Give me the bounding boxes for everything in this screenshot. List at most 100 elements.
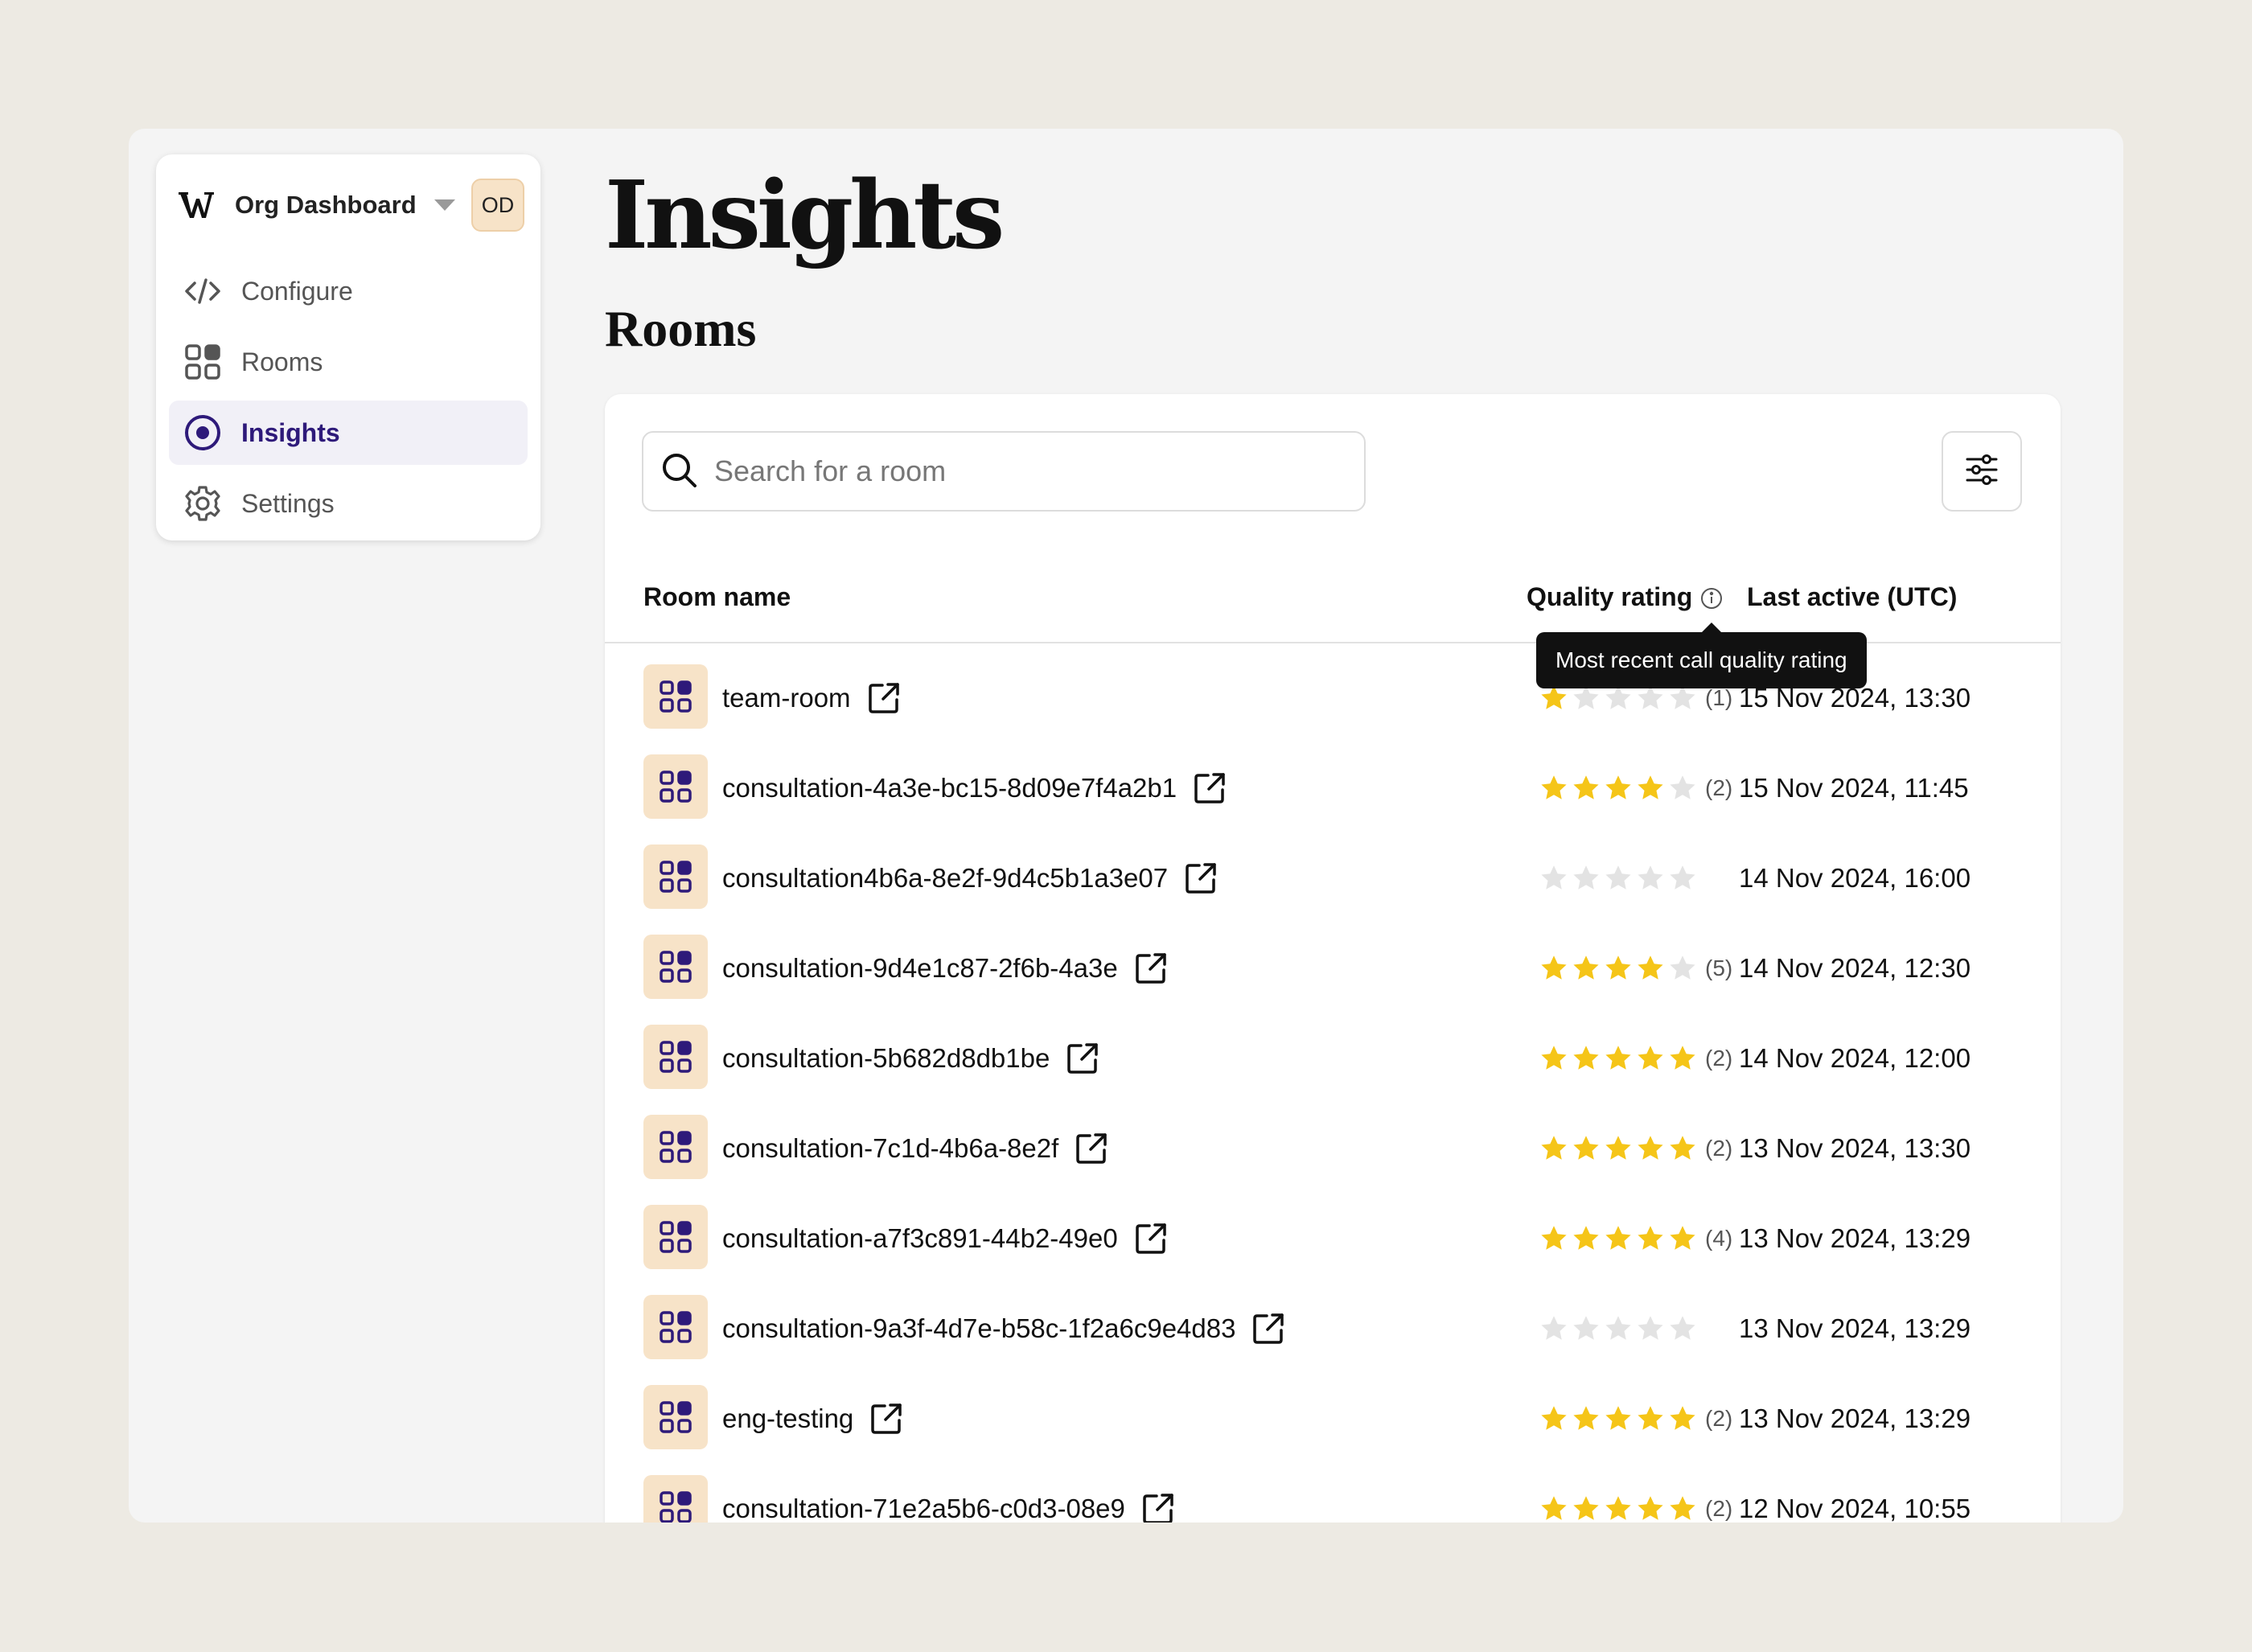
star-icon (1638, 1046, 1663, 1070)
page-title: Insights (605, 161, 1005, 270)
app-window: Org Dashboard OD Configure Rooms Insight… (129, 129, 2123, 1523)
external-link-icon[interactable] (1132, 950, 1169, 987)
target-icon (183, 413, 222, 452)
star-icon (1541, 1046, 1567, 1070)
star-icon (1605, 1136, 1631, 1160)
room-icon (643, 1025, 708, 1089)
star-icon (1670, 1496, 1695, 1520)
rooms-card: Room name Quality rating Last active (UT… (605, 394, 2061, 1523)
external-link-icon[interactable] (1064, 1040, 1101, 1077)
rating-count: (2) (1705, 775, 1733, 800)
rating-count: (2) (1705, 1046, 1733, 1071)
external-link-icon[interactable] (1132, 1220, 1169, 1257)
sidebar-item-label: Insights (241, 417, 340, 447)
last-active: 13 Nov 2024, 13:29 (1739, 1223, 1971, 1253)
info-icon[interactable] (1700, 586, 1723, 609)
quality-rating: (2) (1539, 1013, 1732, 1103)
avatar[interactable]: OD (471, 179, 524, 232)
table-row[interactable]: consultation-9d4e1c87-2f6b-4a3e (5) 14 N… (605, 923, 2061, 1013)
room-name[interactable]: consultation-9a3f-4d7e-b58c-1f2a6c9e4d83 (722, 1313, 1235, 1344)
rating-count: (2) (1705, 1496, 1733, 1521)
sidebar-item-insights[interactable]: Insights (169, 401, 528, 465)
star-icon (1605, 1316, 1631, 1340)
last-active: 14 Nov 2024, 12:30 (1739, 953, 1971, 983)
column-label: Room name (643, 582, 791, 611)
column-header-room-name[interactable]: Room name (643, 582, 791, 612)
last-active: 14 Nov 2024, 12:00 (1739, 1043, 1971, 1073)
star-icon (1573, 1046, 1599, 1070)
rating-count: (4) (1705, 1226, 1733, 1251)
external-link-icon[interactable] (1140, 1490, 1177, 1523)
table-row[interactable]: consultation-71e2a5b6-c0d3-08e9 (2) 12 N… (605, 1464, 2061, 1523)
table-row[interactable]: eng-testing (2) 13 Nov 2024, 13:29 (605, 1374, 2061, 1464)
star-icon (1605, 1496, 1631, 1520)
room-name-cell: consultation4b6a-8e2f-9d4c5b1a3e07 (722, 833, 1219, 923)
room-name[interactable]: team-room (722, 683, 851, 713)
sidebar-item-configure[interactable]: Configure (169, 259, 528, 323)
room-icon (643, 1205, 708, 1269)
room-name-cell: consultation-9d4e1c87-2f6b-4a3e (722, 923, 1169, 1013)
table-row[interactable]: consultation-a7f3c891-44b2-49e0 (4) 13 N… (605, 1194, 2061, 1284)
room-name[interactable]: consultation-5b682d8db1be (722, 1043, 1050, 1074)
star-icon (1541, 1226, 1567, 1250)
quality-rating: (2) (1539, 1464, 1732, 1523)
star-icon (1573, 1226, 1599, 1250)
star-icon (1573, 1406, 1599, 1430)
gear-icon (183, 484, 222, 523)
sidebar-item-label: Rooms (241, 347, 323, 376)
external-link-icon[interactable] (1250, 1310, 1287, 1347)
sliders-icon (1964, 452, 1999, 491)
room-name[interactable]: consultation-9d4e1c87-2f6b-4a3e (722, 953, 1118, 984)
room-name[interactable]: consultation-7c1d-4b6a-8e2f (722, 1133, 1058, 1164)
external-link-icon[interactable] (1191, 770, 1228, 807)
sidebar-item-settings[interactable]: Settings (169, 471, 528, 536)
room-name[interactable]: consultation-71e2a5b6-c0d3-08e9 (722, 1494, 1125, 1523)
sidebar: Org Dashboard OD Configure Rooms Insight… (156, 154, 540, 540)
quality-rating (1539, 1284, 1705, 1374)
column-header-quality[interactable]: Quality rating (1527, 582, 1723, 612)
column-header-last-active[interactable]: Last active (UTC) (1747, 582, 1957, 612)
star-icon (1573, 955, 1599, 980)
search-input[interactable] (714, 454, 1342, 488)
room-icon (643, 1115, 708, 1179)
room-name[interactable]: consultation4b6a-8e2f-9d4c5b1a3e07 (722, 863, 1168, 894)
room-name-cell: consultation-7c1d-4b6a-8e2f (722, 1103, 1110, 1194)
star-icon (1605, 1406, 1631, 1430)
room-icon (643, 664, 708, 729)
room-icon (643, 1385, 708, 1449)
table-row[interactable]: consultation4b6a-8e2f-9d4c5b1a3e07 14 No… (605, 833, 2061, 923)
search-box[interactable] (642, 431, 1366, 512)
column-label: Quality rating (1527, 582, 1693, 611)
star-icon (1541, 1316, 1567, 1340)
sidebar-item-rooms[interactable]: Rooms (169, 330, 528, 394)
star-icon (1638, 775, 1663, 799)
room-name[interactable]: consultation-a7f3c891-44b2-49e0 (722, 1223, 1118, 1254)
room-name[interactable]: consultation-4a3e-bc15-8d09e7f4a2b1 (722, 773, 1177, 803)
star-icon (1605, 955, 1631, 980)
grid-icon (183, 343, 222, 381)
org-switcher[interactable]: Org Dashboard OD (179, 179, 524, 232)
external-link-icon[interactable] (865, 680, 902, 717)
search-icon (660, 450, 698, 493)
table-row[interactable]: consultation-5b682d8db1be (2) 14 Nov 202… (605, 1013, 2061, 1103)
star-icon (1670, 775, 1695, 799)
quality-rating: (2) (1539, 1374, 1732, 1464)
external-link-icon[interactable] (1182, 860, 1219, 897)
quality-rating: (2) (1539, 1103, 1732, 1194)
room-name[interactable]: eng-testing (722, 1403, 853, 1434)
section-title: Rooms (605, 300, 757, 357)
quality-rating: (4) (1539, 1194, 1732, 1284)
external-link-icon[interactable] (868, 1400, 905, 1437)
external-link-icon[interactable] (1073, 1130, 1110, 1167)
table-row[interactable]: consultation-9a3f-4d7e-b58c-1f2a6c9e4d83… (605, 1284, 2061, 1374)
room-name-cell: consultation-9a3f-4d7e-b58c-1f2a6c9e4d83 (722, 1284, 1287, 1374)
sidebar-item-label: Settings (241, 488, 335, 518)
room-name-cell: eng-testing (722, 1374, 905, 1464)
filter-button[interactable] (1942, 431, 2022, 512)
org-name: Org Dashboard (235, 191, 417, 219)
star-icon (1573, 865, 1599, 890)
last-active: 12 Nov 2024, 10:55 (1739, 1494, 1971, 1523)
room-icon (643, 754, 708, 819)
table-row[interactable]: consultation-4a3e-bc15-8d09e7f4a2b1 (2) … (605, 743, 2061, 833)
table-row[interactable]: consultation-7c1d-4b6a-8e2f (2) 13 Nov 2… (605, 1103, 2061, 1194)
